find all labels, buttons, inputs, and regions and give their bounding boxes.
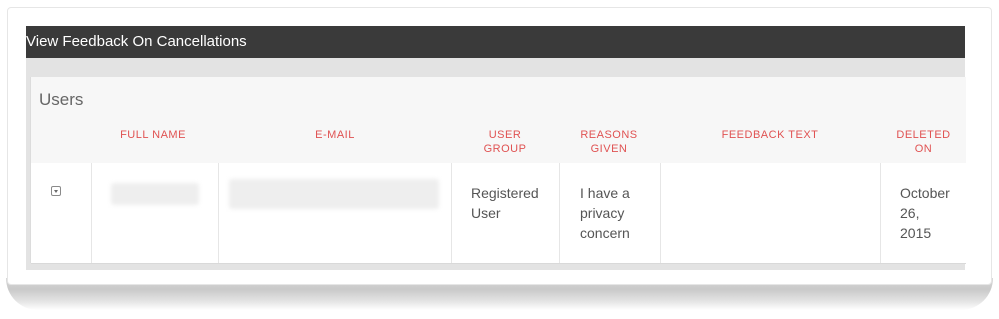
column-header-deleted-on[interactable]: DELETED ON xyxy=(881,128,966,156)
column-header-feedback-text[interactable]: FEEDBACK TEXT xyxy=(661,128,879,142)
redacted-email xyxy=(229,179,439,209)
window-titlebar: View Feedback On Cancellations xyxy=(26,26,965,58)
cell-deleted-on: October 26, 2015 xyxy=(900,185,950,241)
panel-title: Users xyxy=(39,90,84,109)
window-title: View Feedback On Cancellations xyxy=(26,33,247,50)
panel-header: Users xyxy=(31,77,966,124)
column-divider xyxy=(91,163,92,263)
column-header-user-group[interactable]: USER GROUP xyxy=(452,128,558,156)
column-header-email[interactable]: E-MAIL xyxy=(219,128,451,142)
chevron-down-icon[interactable] xyxy=(51,186,61,196)
column-divider xyxy=(559,163,560,263)
column-divider xyxy=(660,163,661,263)
column-divider xyxy=(880,163,881,263)
cell-user-group: Registered User xyxy=(471,185,539,221)
table-row: Registered User I have a privacy concern… xyxy=(31,163,966,264)
column-divider xyxy=(218,163,219,263)
column-header-full-name[interactable]: FULL NAME xyxy=(93,128,213,142)
users-panel: Users FULL NAME E-MAIL USER GROUP REASON… xyxy=(30,77,966,264)
table-header: FULL NAME E-MAIL USER GROUP REASONS GIVE… xyxy=(31,123,966,164)
column-header-reasons-given[interactable]: REASONS GIVEN xyxy=(559,128,659,156)
cell-reasons-given: I have a privacy concern xyxy=(580,185,630,241)
column-divider xyxy=(451,163,452,263)
redacted-full-name xyxy=(111,183,199,205)
